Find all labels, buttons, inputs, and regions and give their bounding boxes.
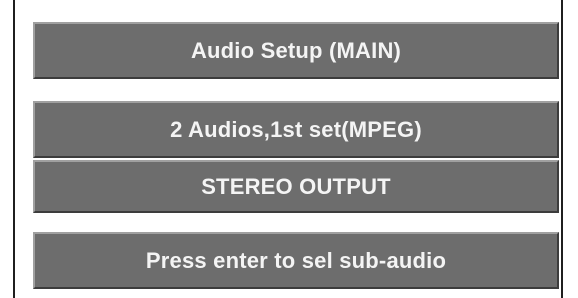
audio-track-info: 2 Audios,1st set(MPEG) — [33, 101, 559, 158]
sub-audio-hint-label: Press enter to sel sub-audio — [145, 247, 447, 273]
sub-audio-hint: Press enter to sel sub-audio — [33, 232, 559, 289]
audio-setup-title: Audio Setup (MAIN) — [33, 22, 559, 79]
stereo-output-option[interactable]: STEREO OUTPUT — [33, 160, 559, 213]
audio-track-info-label: 2 Audios,1st set(MPEG) — [170, 116, 422, 142]
stereo-output-label: STEREO OUTPUT — [201, 173, 391, 199]
audio-setup-title-label: Audio Setup (MAIN) — [190, 37, 402, 63]
